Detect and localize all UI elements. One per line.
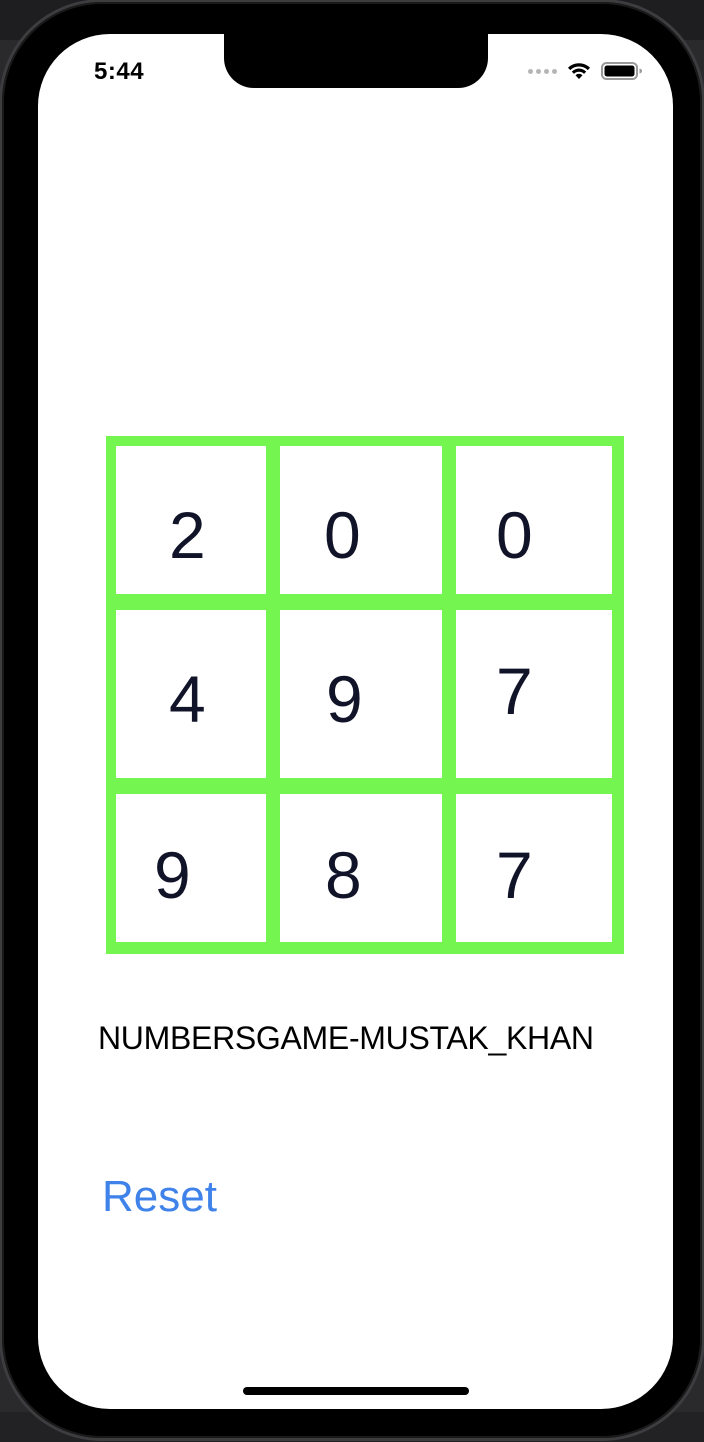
- grid-cell-number: 8: [325, 838, 362, 912]
- grid-cell[interactable]: 7: [456, 610, 612, 778]
- battery-icon: [601, 61, 643, 81]
- grid-cell-number: 2: [169, 498, 206, 572]
- grid-cell[interactable]: 9: [116, 794, 266, 942]
- grid-cell[interactable]: 7: [456, 794, 612, 942]
- grid-cell-number: 7: [496, 838, 533, 912]
- grid-cell[interactable]: 4: [116, 610, 266, 778]
- cellular-signal-icon: [528, 68, 557, 74]
- grid-cell[interactable]: 0: [456, 446, 612, 594]
- grid-cell[interactable]: 9: [280, 610, 442, 778]
- grid-cell-number: 4: [169, 662, 206, 736]
- grid-cell-number: 0: [324, 498, 361, 572]
- reset-button[interactable]: Reset: [102, 1172, 217, 1222]
- grid-cell[interactable]: 8: [280, 794, 442, 942]
- status-time: 5:44: [94, 58, 145, 85]
- grid-cell[interactable]: 0: [280, 446, 442, 594]
- device-screen: 5:44 2 0 0 4 9 7 9 8 7 NUMBERSGAME-MUSTA…: [38, 34, 673, 1409]
- wifi-icon: [565, 60, 593, 82]
- grid-cell-number: 0: [496, 498, 533, 572]
- game-title-label: NUMBERSGAME-MUSTAK_KHAN: [98, 1020, 594, 1056]
- number-grid: 2 0 0 4 9 7 9 8 7: [106, 436, 624, 954]
- grid-cell-number: 9: [326, 662, 363, 736]
- grid-cell[interactable]: 2: [116, 446, 266, 594]
- status-icons: [528, 60, 643, 82]
- grid-cell-number: 9: [154, 838, 191, 912]
- grid-cell-number: 7: [496, 654, 533, 728]
- home-indicator[interactable]: [243, 1387, 469, 1395]
- device-frame: 5:44 2 0 0 4 9 7 9 8 7 NUMBERSGAME-MUSTA…: [2, 2, 702, 1438]
- notch: [224, 34, 488, 88]
- simulator-window: 5:44 2 0 0 4 9 7 9 8 7 NUMBERSGAME-MUSTA…: [0, 0, 704, 1442]
